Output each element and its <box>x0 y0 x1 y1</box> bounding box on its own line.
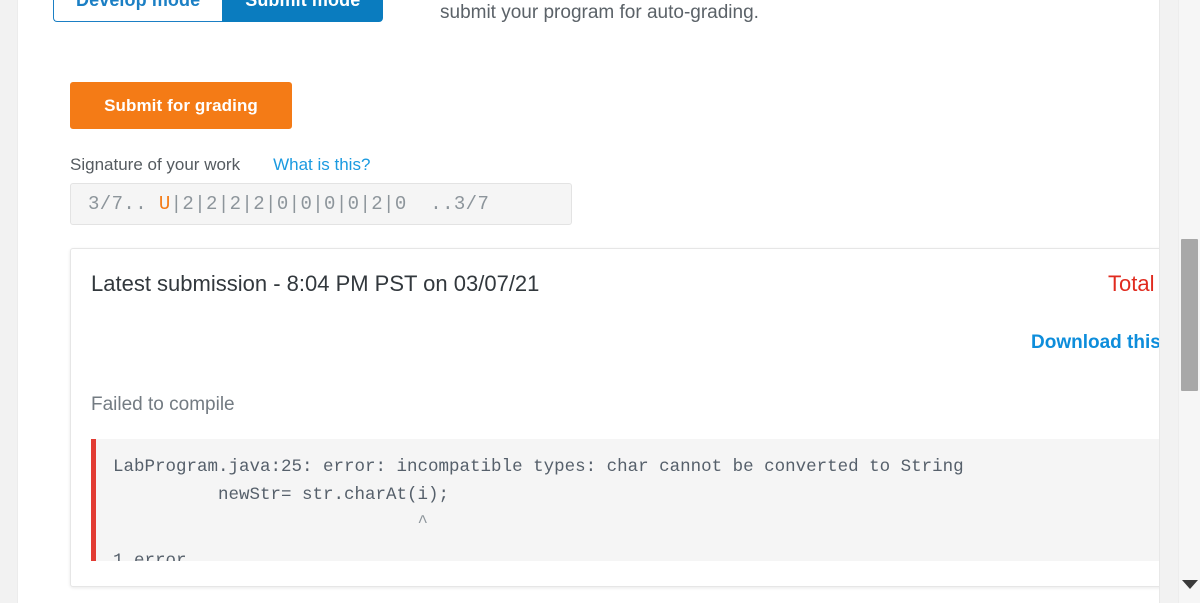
submit-for-grading-button[interactable]: Submit for grading <box>70 82 292 129</box>
tab-develop-mode[interactable]: Develop mode <box>53 0 223 22</box>
total-score-label: Total s <box>1108 271 1159 296</box>
latest-submission-card: Latest submission - 8:04 PM PST on 03/07… <box>70 248 1159 587</box>
signature-row: Signature of your work What is this? <box>70 155 370 175</box>
app-root: Develop mode Submit mode submit your pro… <box>0 0 1200 603</box>
signature-highlight: U <box>158 193 171 215</box>
download-submission-link[interactable]: Download this <box>1031 332 1159 354</box>
error-count-line: 1 error <box>113 551 187 561</box>
tab-submit-mode[interactable]: Submit mode <box>222 0 384 22</box>
error-line: LabProgram.java:25: error: incompatible … <box>113 457 964 477</box>
mode-tab-group: Develop mode Submit mode <box>53 0 384 22</box>
what-is-this-link[interactable]: What is this? <box>273 155 370 175</box>
intro-description: submit your program for auto-grading. <box>440 2 759 23</box>
error-caret-line: ^ <box>113 513 429 533</box>
compiler-error-block: LabProgram.java:25: error: incompatible … <box>91 439 1159 561</box>
signature-suffix: |2|2|2|2|0|0|0|0|2|0 ..3/7 <box>170 193 490 215</box>
signature-code: 3/7.. U|2|2|2|2|0|0|0|0|2|0 ..3/7 <box>88 193 489 215</box>
submission-status: Failed to compile <box>91 394 235 415</box>
error-line: newStr= str.charAt(i); <box>113 485 450 505</box>
page-content-column: Develop mode Submit mode submit your pro… <box>17 0 1160 603</box>
submission-card-header: Latest submission - 8:04 PM PST on 03/07… <box>71 249 1159 325</box>
signature-label: Signature of your work <box>70 155 241 174</box>
signature-box: 3/7.. U|2|2|2|2|0|0|0|0|2|0 ..3/7 <box>70 183 572 225</box>
signature-prefix: 3/7.. <box>88 193 159 215</box>
page-scrollbar-thumb[interactable] <box>1181 239 1198 391</box>
scroll-down-arrow-icon[interactable] <box>1182 580 1198 589</box>
submission-title: Latest submission - 8:04 PM PST on 03/07… <box>91 271 540 296</box>
left-gutter <box>0 0 17 603</box>
error-line-spacer <box>113 537 1159 547</box>
